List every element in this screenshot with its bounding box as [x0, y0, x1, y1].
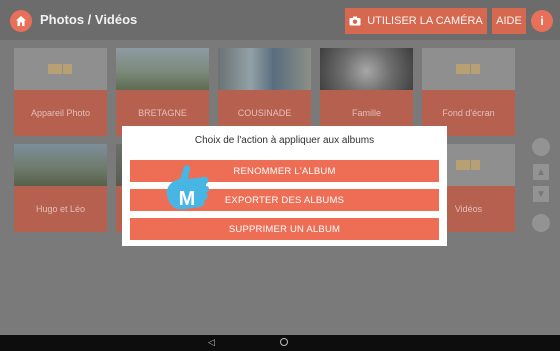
back-nav-icon[interactable]: ◁	[208, 337, 215, 348]
home-icon	[16, 16, 26, 26]
album-label: Hugo et Léo	[14, 186, 107, 232]
album-thumbnail	[320, 48, 413, 90]
album-tile-famille[interactable]: Famille	[320, 48, 413, 136]
delete-album-button[interactable]: SUPPRIMER UN ALBUM	[130, 218, 439, 240]
side-square-button[interactable]: ▼	[533, 186, 549, 202]
album-tile-fond-ecran[interactable]: Fond d'écran	[422, 48, 515, 136]
album-label: Appareil Photo	[14, 90, 107, 136]
side-action-button[interactable]	[532, 214, 550, 232]
home-button[interactable]	[10, 10, 32, 32]
album-tile-cousinade[interactable]: COUSINADE	[218, 48, 311, 136]
logo-letter: M	[179, 188, 196, 210]
page-title: Photos / Vidéos	[40, 12, 138, 27]
info-button[interactable]: i	[531, 10, 553, 32]
video-camera-icon	[47, 64, 72, 74]
home-nav-icon[interactable]	[280, 338, 288, 346]
album-tile-appareil-photo[interactable]: Appareil Photo	[14, 48, 107, 136]
album-thumbnail	[14, 144, 107, 186]
side-square-button[interactable]: ▲	[533, 164, 549, 180]
video-camera-icon	[455, 64, 480, 74]
dialog-title: Choix de l'action à appliquer aux albums	[194, 135, 375, 146]
video-camera-icon	[455, 160, 480, 170]
album-tile-hugo-et-leo[interactable]: Hugo et Léo	[14, 144, 107, 232]
app-bar: Photos / Vidéos UTILISER LA CAMÉRA AIDE …	[0, 0, 560, 40]
use-camera-button[interactable]: UTILISER LA CAMÉRA	[345, 8, 487, 34]
album-thumbnail	[218, 48, 311, 90]
album-tile-bretagne[interactable]: BRETAGNE	[116, 48, 209, 136]
use-camera-label: UTILISER LA CAMÉRA	[367, 15, 483, 27]
help-button[interactable]: AIDE	[492, 8, 526, 34]
album-thumbnail	[116, 48, 209, 90]
info-icon: i	[540, 14, 544, 28]
side-action-button[interactable]	[532, 138, 550, 156]
system-navigation-bar: ◁	[0, 335, 560, 351]
camera-icon	[349, 16, 361, 26]
pointing-hand-logo-icon: M	[166, 165, 209, 210]
